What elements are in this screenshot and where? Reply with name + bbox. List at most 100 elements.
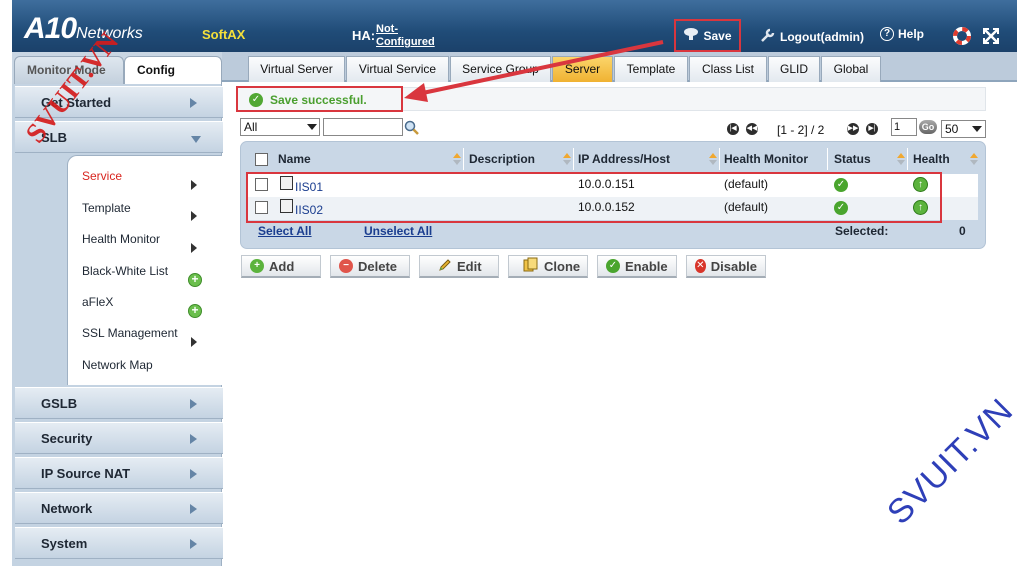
lifebuoy-icon[interactable] — [953, 27, 971, 48]
column-header-status[interactable]: Status — [834, 152, 871, 166]
plus-icon: + — [188, 273, 202, 287]
enable-label: Enable — [625, 258, 668, 274]
submenu-item-template[interactable]: Template — [82, 201, 131, 215]
add-label: Add — [269, 258, 295, 274]
prev-page-icon[interactable]: ◀◀ — [746, 123, 758, 135]
submenu-item-ssl-management[interactable]: SSL Management — [82, 326, 178, 340]
add-button[interactable]: + Add — [241, 255, 321, 278]
column-header-ip-address[interactable]: IP Address/Host — [578, 152, 670, 166]
check-icon: ✓ — [249, 93, 263, 107]
column-divider — [719, 148, 720, 170]
column-divider — [827, 148, 828, 170]
chevron-down-icon — [307, 124, 317, 130]
submenu-item-service[interactable]: Service — [82, 169, 122, 183]
sort-icon[interactable] — [897, 152, 905, 166]
wrench-icon — [760, 27, 776, 46]
ha-label: HA: — [352, 28, 376, 43]
search-icon[interactable] — [404, 120, 420, 136]
plus-icon: + — [250, 259, 264, 273]
annotation-arrow — [404, 40, 664, 102]
delete-label: Delete — [358, 258, 398, 274]
help-button[interactable]: ? Help — [880, 27, 924, 41]
sidebar-item-label: Network — [41, 501, 93, 516]
sidebar-item-label: System — [41, 536, 88, 551]
first-page-icon[interactable]: |◀ — [727, 123, 739, 135]
sort-icon[interactable] — [709, 152, 717, 166]
edit-label: Edit — [457, 258, 482, 274]
sort-icon[interactable] — [563, 152, 571, 166]
submenu-item-black-white-list[interactable]: Black-White List — [82, 264, 168, 278]
chevron-right-icon — [190, 504, 197, 514]
rows-highlight — [246, 172, 942, 223]
help-label: Help — [898, 27, 925, 41]
page-range: [1 - 2] / 2 — [777, 123, 825, 137]
filter-selected-value: All — [244, 120, 258, 134]
tab-virtual-server[interactable]: Virtual Server — [248, 56, 345, 82]
select-all-checkbox[interactable] — [255, 153, 268, 166]
sort-icon[interactable] — [453, 152, 461, 166]
search-input[interactable] — [323, 118, 403, 136]
sidebar-item-label: IP Source NAT — [41, 466, 131, 481]
sidebar-item-security[interactable]: Security — [15, 422, 223, 454]
chevron-right-icon — [191, 337, 197, 347]
sidebar-item-gslb[interactable]: GSLB — [15, 387, 223, 419]
sidebar-item-system[interactable]: System — [15, 527, 223, 559]
submenu-item-network-map[interactable]: Network Map — [82, 358, 153, 372]
per-page-select[interactable]: 50 — [941, 120, 986, 138]
tab-class-list[interactable]: Class List — [689, 56, 767, 82]
logo-main-text: A10 — [24, 12, 77, 45]
submenu-item-aflex[interactable]: aFleX — [82, 295, 113, 309]
save-icon — [683, 27, 699, 44]
column-divider — [907, 148, 908, 170]
edit-button[interactable]: Edit — [419, 255, 499, 278]
selected-count: 0 — [959, 224, 966, 238]
tab-glid[interactable]: GLID — [768, 56, 820, 82]
tab-global[interactable]: Global — [821, 56, 881, 82]
close-icon: ✕ — [695, 259, 706, 273]
chevron-right-icon — [190, 399, 197, 409]
pencil-icon — [438, 258, 452, 275]
logout-button[interactable]: Logout(admin) — [760, 27, 864, 46]
save-success-message: Save successful. — [270, 93, 367, 107]
chevron-right-icon — [191, 180, 197, 190]
chevron-right-icon — [191, 243, 197, 253]
submenu-item-health-monitor[interactable]: Health Monitor — [82, 232, 160, 246]
column-divider — [463, 148, 464, 170]
column-divider — [573, 148, 574, 170]
check-icon: ✓ — [606, 259, 620, 273]
chevron-right-icon — [190, 469, 197, 479]
filter-select[interactable]: All — [240, 118, 320, 136]
page-number-input[interactable]: 1 — [891, 118, 917, 136]
column-header-health[interactable]: Health — [913, 152, 950, 166]
sort-icon[interactable] — [970, 152, 978, 166]
column-header-name[interactable]: Name — [278, 152, 311, 166]
logout-label: Logout(admin) — [780, 29, 864, 44]
sidebar-item-label: Security — [41, 431, 93, 446]
sidebar-item-ip-source-nat[interactable]: IP Source NAT — [15, 457, 223, 489]
tab-config-mode[interactable]: Config Mode — [124, 56, 222, 104]
delete-button[interactable]: − Delete — [330, 255, 410, 278]
next-page-icon[interactable]: ▶▶ — [847, 123, 859, 135]
go-button[interactable]: Go — [919, 120, 937, 134]
column-header-health-monitor[interactable]: Health Monitor — [724, 152, 808, 166]
enable-button[interactable]: ✓ Enable — [597, 255, 677, 278]
column-header-description[interactable]: Description — [469, 152, 535, 166]
select-all-link[interactable]: Select All — [258, 224, 312, 238]
sidebar-item-network[interactable]: Network — [15, 492, 223, 524]
selected-label: Selected: — [835, 224, 889, 238]
disable-button[interactable]: ✕ Disable — [686, 255, 766, 278]
unselect-all-link[interactable]: Unselect All — [364, 224, 432, 238]
clone-label: Clone — [544, 258, 581, 274]
last-page-icon[interactable]: ▶| — [866, 123, 878, 135]
fullscreen-icon[interactable] — [982, 27, 1000, 48]
clone-button[interactable]: Clone — [508, 255, 588, 278]
chevron-right-icon — [190, 539, 197, 549]
watermark-bottom-right: SVUIT.VN — [880, 391, 1017, 532]
a10-logo: A10Networks — [24, 12, 143, 46]
save-button[interactable]: Save — [674, 19, 741, 52]
product-name: SoftAX — [202, 27, 246, 42]
chevron-right-icon — [191, 211, 197, 221]
per-page-value: 50 — [945, 122, 959, 136]
minus-icon: − — [339, 259, 353, 273]
save-label: Save — [703, 28, 732, 43]
